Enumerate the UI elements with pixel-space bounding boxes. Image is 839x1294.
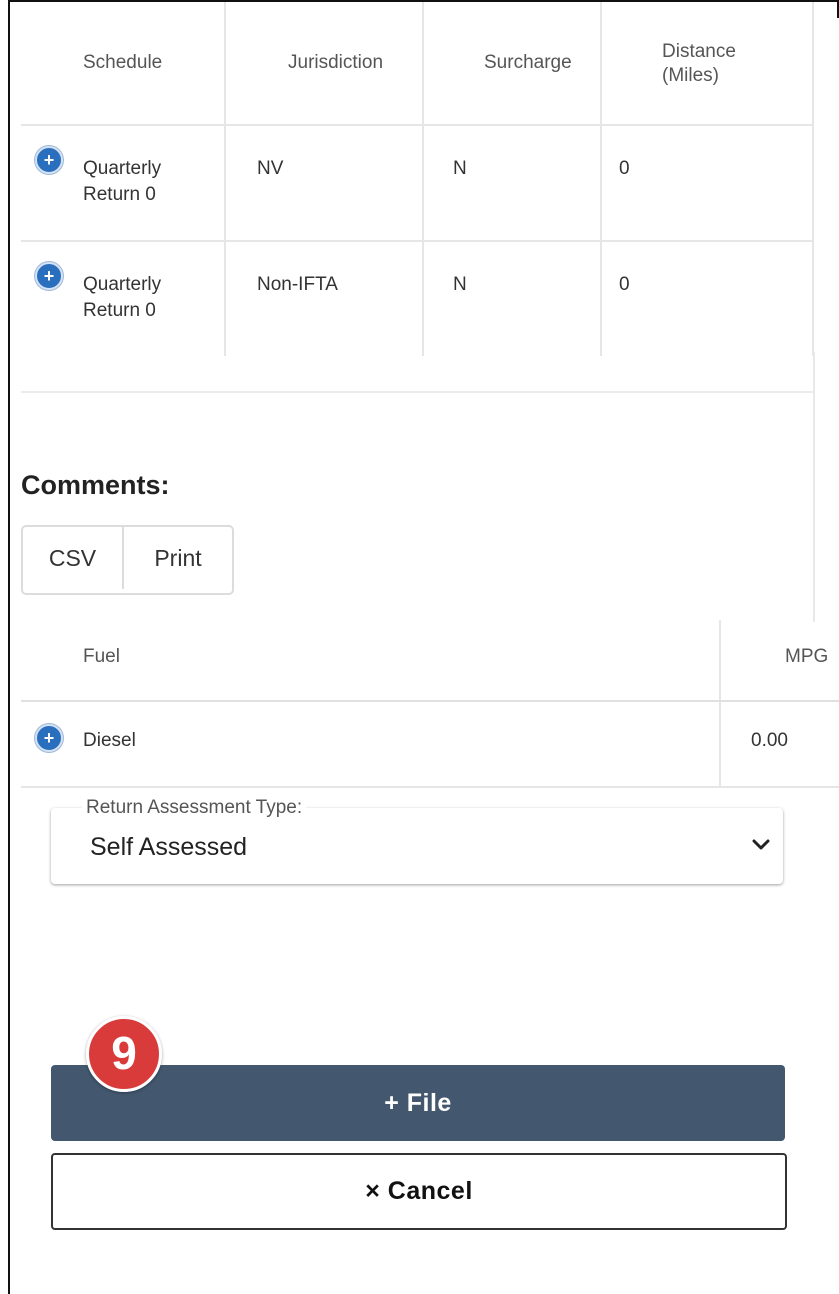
schedule-cell: + Quarterly Return 0 xyxy=(21,242,226,356)
schedule-line1: Quarterly xyxy=(83,274,162,295)
table-row: + Diesel 0.00 xyxy=(21,702,839,788)
return-assessment-type-label: Return Assessment Type: xyxy=(82,797,307,819)
jurisdiction-cell: NV xyxy=(226,126,424,240)
divider xyxy=(21,391,814,393)
fuel-cell: + Diesel xyxy=(21,702,721,786)
fuel-table-header: Fuel MPG xyxy=(21,620,839,702)
mpg-cell: 0.00 xyxy=(751,730,788,751)
step-number-badge: 9 xyxy=(86,1016,162,1092)
comments-label: Comments: xyxy=(21,470,170,500)
surcharge-cell: N xyxy=(424,242,602,356)
csv-button[interactable]: CSV xyxy=(23,527,124,589)
expand-row-icon[interactable]: + xyxy=(35,724,63,752)
schedule-table: Schedule Jurisdiction Surcharge Distance… xyxy=(21,2,814,356)
column-header-distance-line1: Distance xyxy=(662,41,736,62)
cancel-button[interactable]: × Cancel xyxy=(51,1153,787,1230)
distance-cell: 0 xyxy=(602,242,814,356)
chevron-down-icon[interactable] xyxy=(748,832,774,858)
column-header-schedule[interactable]: Schedule xyxy=(21,2,226,124)
expand-row-icon[interactable]: + xyxy=(35,262,63,290)
fuel-table: Fuel MPG + Diesel 0.00 xyxy=(21,620,839,788)
column-header-mpg[interactable]: MPG xyxy=(721,620,839,700)
schedule-table-header: Schedule Jurisdiction Surcharge Distance… xyxy=(21,2,814,126)
column-header-jurisdiction[interactable]: Jurisdiction xyxy=(226,2,424,124)
surcharge-cell: N xyxy=(424,126,602,240)
return-assessment-type-value[interactable]: Self Assessed xyxy=(90,833,247,862)
schedule-line2: Return 0 xyxy=(83,184,156,205)
schedule-cell: + Quarterly Return 0 xyxy=(21,126,226,240)
column-header-fuel[interactable]: Fuel xyxy=(21,620,721,700)
column-header-surcharge[interactable]: Surcharge xyxy=(424,2,602,124)
column-header-distance-line2: (Miles) xyxy=(662,65,719,86)
schedule-line2: Return 0 xyxy=(83,300,156,321)
fuel-name: Diesel xyxy=(83,730,136,751)
column-header-distance[interactable]: Distance (Miles) xyxy=(602,2,814,124)
file-button[interactable]: + File xyxy=(51,1065,785,1141)
print-button[interactable]: Print xyxy=(124,527,232,589)
frame-border-left xyxy=(8,0,10,1294)
schedule-line1: Quarterly xyxy=(83,158,162,179)
distance-cell: 0 xyxy=(602,126,814,240)
table-row: + Quarterly Return 0 Non-IFTA N 0 xyxy=(21,242,814,356)
expand-row-icon[interactable]: + xyxy=(35,146,63,174)
export-button-group: CSV Print xyxy=(21,525,234,595)
table-row: + Quarterly Return 0 NV N 0 xyxy=(21,126,814,242)
jurisdiction-cell: Non-IFTA xyxy=(226,242,424,356)
